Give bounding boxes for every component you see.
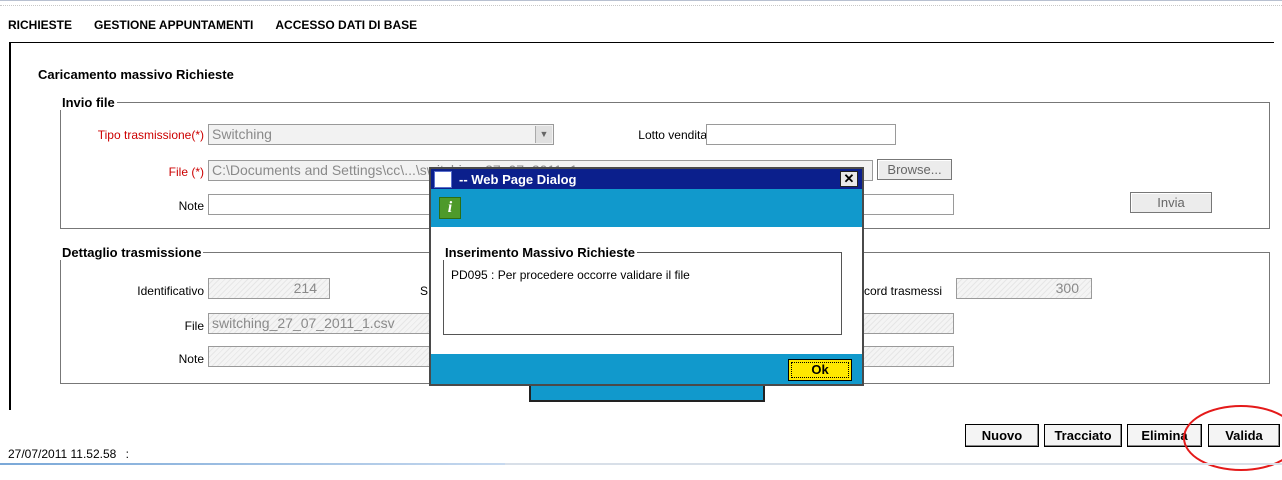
tipo-trasmissione-label: Tipo trasmissione(*)	[97, 128, 204, 142]
identificativo-label: Identificativo	[137, 284, 204, 298]
file-label: File (*)	[168, 165, 204, 179]
menu-accesso-dati-di-base[interactable]: ACCESSO DATI DI BASE	[275, 18, 417, 32]
menu-gestione-appuntamenti[interactable]: GESTIONE APPUNTAMENTI	[94, 18, 253, 32]
invio-file-legend: Invio file	[62, 95, 115, 110]
chevron-down-icon[interactable]: ▼	[535, 126, 552, 143]
tracciato-button[interactable]: Tracciato	[1044, 424, 1122, 447]
highlight-circle	[1183, 405, 1282, 471]
lotto-vendita-label: Lotto vendita	[638, 128, 707, 142]
menu-richieste[interactable]: RICHIESTE	[8, 18, 72, 32]
status-separator: :	[125, 447, 130, 461]
dialog-title: -- Web Page Dialog	[459, 172, 577, 187]
lotto-vendita-input[interactable]	[706, 124, 896, 145]
dettaglio-legend: Dettaglio trasmissione	[62, 245, 202, 260]
hidden-label-fragment: S	[420, 284, 429, 298]
ie-page-icon	[434, 171, 452, 188]
dialog-message-group: Inserimento Massivo Richieste	[443, 245, 842, 335]
dialog-footer: Ok	[431, 354, 862, 384]
close-icon[interactable]: ✕	[840, 171, 858, 187]
dettaglio-file-label: File	[184, 319, 204, 333]
ok-button[interactable]: Ok	[788, 359, 852, 381]
info-icon: i	[439, 197, 461, 219]
status-divider-left	[0, 463, 505, 465]
web-page-dialog: -- Web Page Dialog ✕ i Inserimento Massi…	[429, 167, 864, 386]
tipo-trasmissione-value: Switching	[212, 126, 272, 142]
main-legend: Caricamento massivo Richieste	[36, 67, 236, 82]
identificativo-value: 214	[208, 278, 330, 299]
record-trasmessi-value: 300	[956, 278, 1092, 299]
status-timestamp: 27/07/2011 11.52.58	[8, 447, 117, 461]
record-trasmessi-label: cord trasmessi	[864, 284, 943, 298]
browse-button[interactable]: Browse...	[877, 159, 952, 180]
dialog-title-bar: -- Web Page Dialog ✕	[431, 169, 862, 189]
top-border	[0, 0, 1282, 7]
dialog-message: PD095 : Per procedere occorre validare i…	[451, 268, 690, 282]
dialog-group-legend: Inserimento Massivo Richieste	[445, 245, 636, 260]
invia-button[interactable]: Invia	[1130, 192, 1212, 213]
status-bar: 27/07/2011 11.52.58 :	[8, 447, 129, 461]
status-divider-right	[505, 463, 1282, 465]
tipo-trasmissione-select[interactable]: Switching ▼	[208, 124, 554, 145]
nuovo-button[interactable]: Nuovo	[965, 424, 1039, 447]
dettaglio-note-label: Note	[178, 352, 204, 366]
top-menu: RICHIESTE GESTIONE APPUNTAMENTI ACCESSO …	[8, 18, 417, 32]
dialog-header-band: i	[431, 189, 862, 227]
note-label: Note	[178, 199, 204, 213]
